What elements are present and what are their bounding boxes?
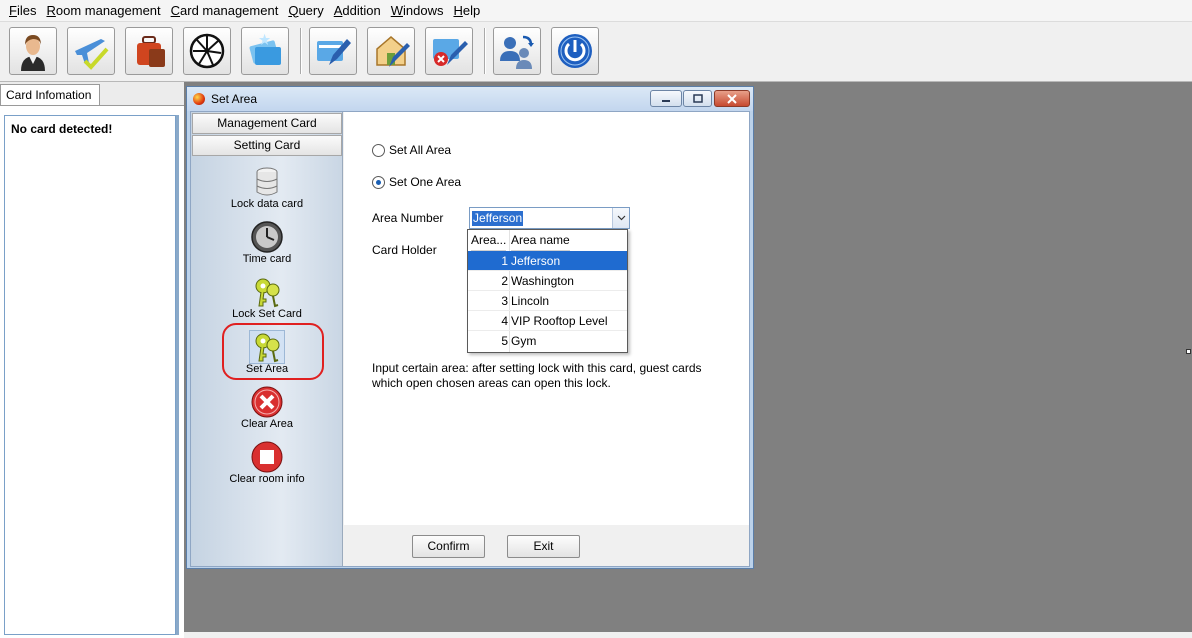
- user-icon: [21, 35, 45, 71]
- set-one-area-option[interactable]: Set One Area: [372, 175, 461, 189]
- switch-user-icon: [500, 35, 534, 69]
- dialog-title-bar[interactable]: Set Area: [187, 87, 753, 111]
- exit-app-button[interactable]: [551, 27, 599, 75]
- set-all-area-radio[interactable]: [372, 143, 385, 157]
- card-information-tab-label: Card Infomation: [6, 88, 92, 102]
- nav-lock-data-card[interactable]: Lock data card: [191, 164, 343, 216]
- tab-management-card[interactable]: Management Card: [192, 113, 342, 134]
- left-panel-scrollbar[interactable]: [176, 115, 179, 635]
- maximize-button[interactable]: [683, 90, 712, 107]
- house-edit-icon: [376, 36, 410, 67]
- tab-setting-card[interactable]: Setting Card: [192, 135, 342, 156]
- card-cancel-icon: [433, 39, 468, 66]
- cards-button[interactable]: [241, 27, 289, 75]
- column-header-area-name[interactable]: Area name: [511, 230, 570, 251]
- chevron-down-icon: [617, 215, 625, 221]
- set-all-area-option[interactable]: Set All Area: [372, 143, 451, 157]
- menu-help[interactable]: Help: [448, 1, 485, 21]
- dropdown-row[interactable]: 3 Lincoln: [468, 291, 627, 311]
- dialog-title: Set Area: [211, 92, 258, 106]
- menu-card-management[interactable]: Card management: [166, 1, 284, 21]
- card-holder-label: Card Holder: [372, 243, 437, 257]
- set-area-content: Set All Area Set One Area Area Number Je…: [344, 112, 749, 525]
- clear-x-icon: [251, 386, 283, 418]
- minimize-button[interactable]: [650, 90, 682, 107]
- app-logo-icon: [193, 93, 205, 105]
- combobox-dropdown-button[interactable]: [612, 208, 629, 228]
- keys-icon: [255, 278, 280, 308]
- status-strip: [184, 632, 1192, 638]
- card-status-text: No card detected!: [11, 122, 113, 136]
- clock-icon: [251, 221, 283, 253]
- nav-lock-set-card[interactable]: Lock Set Card: [191, 274, 343, 326]
- dropdown-row[interactable]: 5 Gym: [468, 331, 627, 351]
- flight-check-icon: [75, 39, 109, 70]
- area-number-combobox[interactable]: Jefferson: [469, 207, 630, 229]
- set-area-description: Input certain area: after setting lock w…: [372, 361, 702, 390]
- close-button[interactable]: [714, 90, 750, 107]
- area-dropdown-list[interactable]: Area... Area name 1 Jefferson 2 Washingt…: [467, 229, 628, 353]
- cancel-card-button[interactable]: [425, 27, 473, 75]
- luggage-icon: [137, 36, 165, 67]
- exit-button[interactable]: Exit: [507, 535, 580, 558]
- stop-icon: [251, 441, 283, 473]
- nav-clear-area[interactable]: Clear Area: [191, 384, 343, 436]
- dialog-body: Management Card Setting Card Lock data c…: [190, 111, 750, 567]
- power-icon: [558, 34, 592, 68]
- nav-clear-room-info[interactable]: Clear room info: [191, 439, 343, 491]
- fan-icon: [189, 33, 225, 69]
- database-icon: [256, 167, 278, 196]
- area-number-value: Jefferson: [472, 211, 524, 226]
- room-card-button[interactable]: [367, 27, 415, 75]
- menu-query[interactable]: Query: [283, 1, 328, 21]
- guest-button[interactable]: [9, 27, 57, 75]
- dropdown-row[interactable]: 2 Washington: [468, 271, 627, 291]
- minimize-icon: [662, 99, 670, 102]
- menu-bar: Files Room management Card management Qu…: [0, 0, 1192, 22]
- set-area-annotation-circle: [222, 323, 324, 380]
- room-status-button[interactable]: [183, 27, 231, 75]
- confirm-button[interactable]: Confirm: [412, 535, 485, 558]
- cards-icon: [249, 33, 281, 65]
- dropdown-row[interactable]: 4 VIP Rooftop Level: [468, 311, 627, 331]
- dropdown-row[interactable]: 1 Jefferson: [468, 251, 627, 271]
- toolbar: [0, 22, 1192, 82]
- column-header-area-number[interactable]: Area...: [471, 230, 507, 251]
- set-one-area-radio[interactable]: [372, 175, 385, 189]
- resize-handle[interactable]: [1186, 349, 1191, 354]
- menu-room-management[interactable]: Room management: [41, 1, 165, 21]
- check-out-button[interactable]: [125, 27, 173, 75]
- toolbar-separator: [484, 28, 486, 74]
- menu-files[interactable]: Files: [4, 1, 41, 21]
- nav-time-card[interactable]: Time card: [191, 219, 343, 271]
- close-icon: [727, 93, 737, 104]
- card-information-tab[interactable]: Card Infomation: [0, 84, 100, 105]
- card-information-box: No card detected!: [4, 115, 176, 635]
- switch-user-button[interactable]: [493, 27, 541, 75]
- menu-windows[interactable]: Windows: [386, 1, 449, 21]
- check-in-button[interactable]: [67, 27, 115, 75]
- menu-addition[interactable]: Addition: [329, 1, 386, 21]
- issue-card-button[interactable]: [309, 27, 357, 75]
- edit-card-icon: [317, 39, 351, 65]
- area-number-label: Area Number: [372, 211, 444, 225]
- card-information-panel: No card detected!: [0, 105, 184, 638]
- set-area-dialog: Set Area Management Card Setting Card Lo…: [186, 86, 754, 569]
- maximize-icon: [692, 93, 703, 103]
- card-type-navigation: Management Card Setting Card Lock data c…: [191, 112, 343, 566]
- toolbar-separator: [300, 28, 302, 74]
